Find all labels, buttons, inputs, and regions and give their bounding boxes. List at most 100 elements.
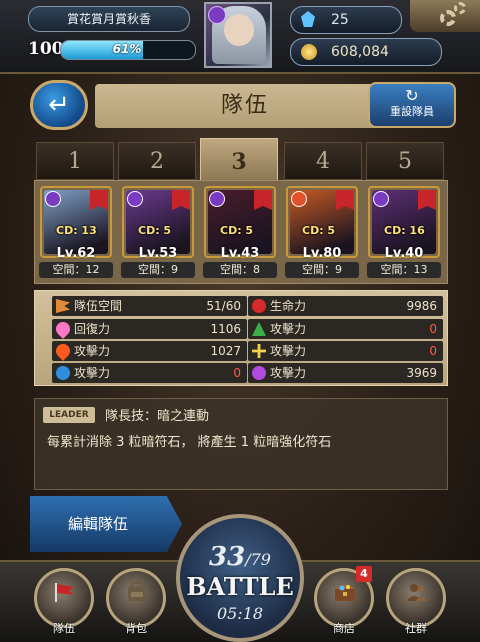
treasure-chest-icon [335, 585, 355, 601]
dark-icon [252, 366, 266, 380]
battle-label[interactable]: BATTLE [176, 572, 304, 601]
leader-tag: LEADER [43, 407, 95, 423]
shop-badge: 4 [356, 566, 372, 582]
member-level: Lv.80 [302, 246, 342, 261]
stamina-display: 33/79 [176, 542, 304, 572]
stamina-current: 33 [209, 542, 246, 572]
stat-value: 1027 [210, 344, 241, 358]
player-name: 賞花賞月賞秋香 [28, 6, 190, 32]
refresh-icon: ↻ [405, 86, 419, 105]
stat-atk-fire: 攻擊力 1027 [52, 341, 247, 361]
stat-atk-dark: 攻擊力 3969 [248, 363, 443, 383]
settings-button[interactable] [410, 0, 480, 32]
stat-value: 1106 [210, 322, 241, 336]
exp-percent: 61% [112, 42, 142, 56]
member-cooldown: CD: 16 [384, 224, 425, 237]
moon-icon [208, 6, 226, 24]
member-cooldown: CD: 13 [56, 224, 97, 237]
flag-icon [55, 583, 74, 602]
stat-atk-water: 攻擊力 0 [52, 363, 247, 383]
stat-value: 51/60 [206, 299, 241, 313]
edit-team-label[interactable]: 編輯隊伍 [30, 496, 166, 552]
gem-counter[interactable]: 25 [290, 6, 402, 34]
dark-attribute-icon [127, 191, 143, 207]
stat-atk-wood: 攻擊力 0 [248, 319, 443, 339]
member-space-cost: 空間：8 [203, 262, 277, 278]
fire-icon [53, 341, 73, 361]
stat-label: 回復力 [74, 322, 111, 336]
player-level: 100 [28, 39, 64, 59]
backpack-icon [128, 582, 146, 601]
nav-team-label: 隊伍 [53, 622, 75, 635]
nav-social-label: 社群 [405, 622, 427, 635]
stat-label: 攻擊力 [74, 366, 111, 380]
tab-team-2[interactable]: 2 [118, 142, 196, 180]
tab-team-1[interactable]: 1 [36, 142, 114, 180]
light-icon [252, 344, 266, 358]
stat-value: 0 [233, 366, 241, 380]
stat-value: 9986 [406, 299, 437, 313]
coin-icon [301, 44, 317, 60]
gear-icon [440, 10, 456, 26]
stamina-max: /79 [245, 550, 271, 569]
coin-counter[interactable]: 608,084 [290, 38, 442, 66]
coin-count: 608,084 [331, 44, 389, 60]
leader-skill-panel: LEADER 隊長技：暗之連動 每累計消除 3 粒暗符石， 將產生 1 粒暗強化… [34, 398, 448, 490]
stamina-timer: 05:18 [216, 604, 264, 623]
stat-atk-light: 攻擊力 0 [248, 341, 443, 361]
member-level: Lv.40 [384, 246, 424, 261]
leader-skill-title: 隊長技：暗之連動 [105, 409, 210, 424]
page-title: 隊伍 [220, 93, 269, 118]
fire-attribute-icon [291, 191, 307, 207]
nav-social-button[interactable] [386, 568, 446, 628]
member-space-cost: 空間：12 [39, 262, 113, 278]
stat-label: 攻擊力 [270, 344, 307, 358]
stat-team-space: 隊伍空間 51/60 [52, 296, 247, 316]
wood-icon [252, 322, 266, 336]
member-cooldown: CD: 5 [138, 224, 172, 237]
heart-red-icon [252, 299, 266, 313]
stat-label: 隊伍空間 [74, 299, 123, 313]
member-space-cost: 空間：9 [121, 262, 195, 278]
leader-skill-description: 每累計消除 3 粒暗符石， 將產生 1 粒暗強化符石 [47, 435, 332, 450]
nav-shop-label: 商店 [333, 622, 355, 635]
member-cooldown: CD: 5 [302, 224, 336, 237]
tab-team-3[interactable]: 3 [200, 138, 278, 184]
dark-attribute-icon [373, 191, 389, 207]
nav-team-button[interactable] [34, 568, 94, 628]
member-level: Lv.62 [56, 246, 96, 261]
player-avatar[interactable] [204, 2, 272, 68]
reset-members-button[interactable]: ↻ 重設隊員 [368, 82, 456, 128]
stat-label: 攻擊力 [270, 322, 307, 336]
dark-attribute-icon [45, 191, 61, 207]
tab-team-4[interactable]: 4 [284, 142, 362, 180]
reset-members-label: 重設隊員 [390, 105, 434, 118]
stat-value: 0 [429, 322, 437, 336]
member-space-cost: 空間：9 [285, 262, 359, 278]
back-arrow-icon: ↵ [48, 90, 70, 120]
tab-team-5[interactable]: 5 [366, 142, 444, 180]
nav-bag-button[interactable] [106, 568, 166, 628]
friends-icon [407, 584, 427, 601]
back-button[interactable]: ↵ [30, 80, 88, 130]
stat-hp: 生命力 9986 [248, 296, 443, 316]
stat-value: 0 [429, 344, 437, 358]
nav-bag-label: 背包 [125, 622, 147, 635]
stat-recovery: 回復力 1106 [52, 319, 247, 339]
flag-icon [56, 299, 70, 313]
avatar-face [224, 14, 254, 46]
gear-small-icon [454, 2, 466, 14]
heart-pink-icon [53, 319, 73, 339]
member-level: Lv.53 [138, 246, 178, 261]
stat-label: 攻擊力 [270, 366, 307, 380]
dark-attribute-icon [209, 191, 225, 207]
member-level: Lv.43 [220, 246, 260, 261]
gem-count: 25 [331, 12, 349, 28]
member-space-cost: 空間：13 [367, 262, 441, 278]
stat-value: 3969 [406, 366, 437, 380]
stat-label: 生命力 [270, 299, 307, 313]
water-icon [56, 366, 70, 380]
diamond-icon [301, 11, 315, 27]
member-cooldown: CD: 5 [220, 224, 254, 237]
stat-label: 攻擊力 [74, 344, 111, 358]
